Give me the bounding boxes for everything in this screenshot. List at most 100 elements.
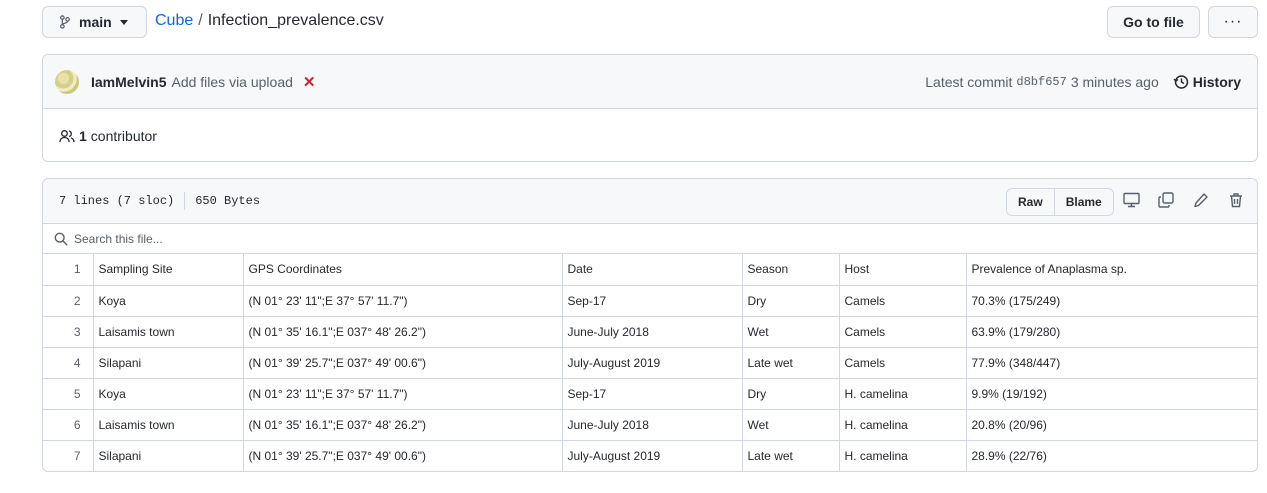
table-cell: July-August 2019 <box>561 346 743 379</box>
raw-button[interactable]: Raw <box>1007 189 1054 215</box>
breadcrumb-separator: / <box>198 12 203 29</box>
branch-name: main <box>79 14 112 30</box>
commit-author-link[interactable]: IamMelvin5 <box>91 74 166 90</box>
line-number[interactable]: 3 <box>43 315 94 348</box>
table-cell: June-July 2018 <box>561 315 743 348</box>
table-cell: H. camelina <box>838 439 967 471</box>
kebab-horizontal-icon: ··· <box>1223 13 1243 30</box>
file-viewer: 7 lines (7 sloc) 650 Bytes Raw Blame 1Sa… <box>42 178 1258 472</box>
history-icon <box>1173 75 1189 89</box>
desktop-icon[interactable] <box>1123 192 1140 208</box>
line-number[interactable]: 7 <box>43 439 94 471</box>
avatar[interactable] <box>55 69 79 94</box>
table-cell: 77.9% (348/447) <box>965 346 1257 379</box>
commit-meta: Latest commit d8bf657 3 minutes ago Hist… <box>925 55 1241 109</box>
contributors-row[interactable]: 1 contributor <box>43 109 1257 161</box>
history-link[interactable]: History <box>1173 74 1241 90</box>
table-cell: Dry <box>741 377 840 410</box>
file-search-input[interactable] <box>74 231 374 246</box>
table-header-cell: Host <box>838 254 967 286</box>
table-cell: Wet <box>741 315 840 348</box>
table-row: 6 Laisamis town (N 01° 35' 16.1";E 037° 48… <box>43 408 1257 441</box>
table-cell: 70.3% (175/249) <box>965 284 1257 317</box>
table-header-cell: GPS Coordinates <box>242 254 563 286</box>
table-cell: Camels <box>838 284 967 317</box>
contributor-label: contributor <box>90 127 157 144</box>
commit-box: IamMelvin5 Add files via upload ✕ Latest… <box>42 54 1258 162</box>
table-cell: (N 01° 39' 25.7";E 037° 49' 00.6") <box>242 346 563 379</box>
table-row: 5 Koya (N 01° 23' 11";E 37° 57' 11.7") Sep-… <box>43 377 1257 410</box>
table-cell: 9.9% (19/192) <box>965 377 1257 410</box>
table-cell: Silapani <box>92 346 244 379</box>
table-cell: Dry <box>741 284 840 317</box>
breadcrumb-repo-link[interactable]: Cube <box>155 12 193 30</box>
file-header: 7 lines (7 sloc) 650 Bytes Raw Blame <box>43 179 1257 224</box>
table-cell: Koya <box>92 377 244 410</box>
x-icon[interactable]: ✕ <box>303 73 316 91</box>
table-cell: Sep-17 <box>561 284 743 317</box>
table-cell: Late wet <box>741 439 840 471</box>
table-cell: Camels <box>838 346 967 379</box>
breadcrumb-file-name: Infection_prevalence.csv <box>207 12 384 29</box>
search-icon <box>54 232 68 246</box>
table-cell: 63.9% (179/280) <box>965 315 1257 348</box>
table-cell: (N 01° 35' 16.1";E 037° 48' 26.2") <box>242 315 563 348</box>
table-cell: Sep-17 <box>561 377 743 410</box>
file-line-count: 7 lines (7 sloc) <box>59 194 175 208</box>
table-cell: Camels <box>838 315 967 348</box>
table-cell: Laisamis town <box>92 408 244 441</box>
line-number[interactable]: 4 <box>43 346 94 379</box>
table-row: 7 Silapani (N 01° 39' 25.7";E 037° 49' 00.… <box>43 439 1257 471</box>
line-number[interactable]: 5 <box>43 377 94 410</box>
raw-blame-group: Raw Blame <box>1006 188 1114 216</box>
history-label: History <box>1192 74 1241 90</box>
table-cell: (N 01° 23' 11";E 37° 57' 11.7") <box>242 377 563 410</box>
table-header-row: 1 Sampling Site GPS Coordinates Date Season H… <box>43 254 1257 286</box>
table-cell: Silapani <box>92 439 244 471</box>
table-cell: H. camelina <box>838 408 967 441</box>
line-number[interactable]: 2 <box>43 284 94 317</box>
contributor-count: 1 <box>79 127 87 144</box>
table-cell: (N 01° 23' 11";E 37° 57' 11.7") <box>242 284 563 317</box>
table-cell: Laisamis town <box>92 315 244 348</box>
table-cell: (N 01° 39' 25.7";E 037° 49' 00.6") <box>242 439 563 471</box>
people-icon <box>59 129 75 142</box>
table-cell: H. camelina <box>838 377 967 410</box>
more-options-button[interactable]: ··· <box>1208 6 1258 38</box>
pencil-icon[interactable] <box>1193 192 1209 208</box>
table-header-cell: Season <box>741 254 840 286</box>
table-cell: Koya <box>92 284 244 317</box>
file-size: 650 Bytes <box>195 194 261 208</box>
table-cell: (N 01° 35' 16.1";E 037° 48' 26.2") <box>242 408 563 441</box>
line-number[interactable]: 6 <box>43 408 94 441</box>
header-divider <box>184 192 186 210</box>
table-cell: Late wet <box>741 346 840 379</box>
breadcrumb: Cube / Infection_prevalence.csv <box>155 12 384 30</box>
table-header-cell: Sampling Site <box>92 254 244 286</box>
csv-table: 1 Sampling Site GPS Coordinates Date Season H… <box>43 254 1257 471</box>
latest-commit-row: IamMelvin5 Add files via upload ✕ Latest… <box>43 55 1257 109</box>
file-search-bar <box>43 224 1257 254</box>
branch-selector-button[interactable]: main <box>42 6 147 38</box>
commit-sha-link[interactable]: d8bf657 <box>1016 75 1066 89</box>
table-row: 4 Silapani (N 01° 39' 25.7";E 037° 49' 00.… <box>43 346 1257 379</box>
table-cell: 28.9% (22/76) <box>965 439 1257 471</box>
copy-icon[interactable] <box>1158 192 1174 208</box>
table-cell: July-August 2019 <box>561 439 743 471</box>
blame-button[interactable]: Blame <box>1053 189 1113 215</box>
trash-icon[interactable] <box>1228 192 1244 208</box>
table-cell: June-July 2018 <box>561 408 743 441</box>
table-header-cell: Date <box>561 254 743 286</box>
go-to-file-button[interactable]: Go to file <box>1107 6 1200 38</box>
commit-message-link[interactable]: Add files via upload <box>171 74 292 90</box>
table-header-cell: Prevalence of Anaplasma sp. <box>965 254 1257 286</box>
caret-down-icon <box>119 19 128 25</box>
table-row: 2 Koya (N 01° 23' 11";E 37° 57' 11.7") Sep-… <box>43 284 1257 317</box>
table-cell: 20.8% (20/96) <box>965 408 1257 441</box>
git-branch-icon <box>60 15 70 29</box>
latest-commit-label: Latest commit <box>925 74 1013 90</box>
line-number[interactable]: 1 <box>43 254 94 286</box>
table-row: 3 Laisamis town (N 01° 35' 16.1";E 037° 48… <box>43 315 1257 348</box>
commit-time: 3 minutes ago <box>1070 74 1159 90</box>
table-cell: Wet <box>741 408 840 441</box>
